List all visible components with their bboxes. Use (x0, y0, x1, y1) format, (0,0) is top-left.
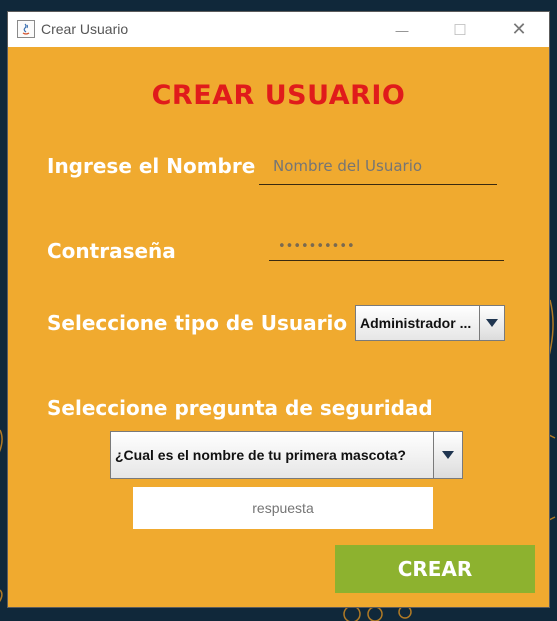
page-title: CREAR USUARIO (151, 80, 406, 111)
security-question-select[interactable]: ¿Cual es el nombre de tu primera mascota… (110, 431, 463, 479)
maximize-button[interactable]: ☐ (435, 12, 485, 47)
close-icon: ✕ (511, 19, 527, 39)
password-label: Contraseña (47, 239, 176, 263)
java-app-icon (17, 20, 35, 38)
user-type-select[interactable]: Administrador ... (355, 305, 505, 341)
user-type-label: Seleccione tipo de Usuario (47, 311, 348, 335)
maximize-icon: ☐ (453, 22, 467, 39)
close-button[interactable]: ✕ (494, 12, 544, 47)
minimize-icon: — (395, 23, 409, 38)
password-input[interactable] (269, 232, 504, 261)
create-button[interactable]: CREAR (335, 545, 535, 593)
security-question-selected: ¿Cual es el nombre de tu primera mascota… (115, 447, 406, 463)
security-question-dropdown-button[interactable] (433, 432, 462, 478)
security-answer-input[interactable] (133, 487, 433, 529)
user-type-dropdown-button[interactable] (479, 306, 504, 340)
security-question-label: Seleccione pregunta de seguridad (47, 396, 433, 420)
chevron-down-icon (442, 451, 454, 459)
crear-usuario-window: Crear Usuario — ☐ ✕ CREAR USUARIO Ingres… (7, 11, 550, 608)
username-input[interactable] (259, 147, 497, 185)
minimize-button[interactable]: — (377, 12, 427, 47)
window-title: Crear Usuario (41, 21, 129, 37)
name-label: Ingrese el Nombre (47, 154, 256, 178)
chevron-down-icon (486, 319, 498, 327)
title-bar[interactable]: Crear Usuario — ☐ ✕ (8, 12, 549, 47)
user-type-selected: Administrador ... (360, 315, 472, 331)
